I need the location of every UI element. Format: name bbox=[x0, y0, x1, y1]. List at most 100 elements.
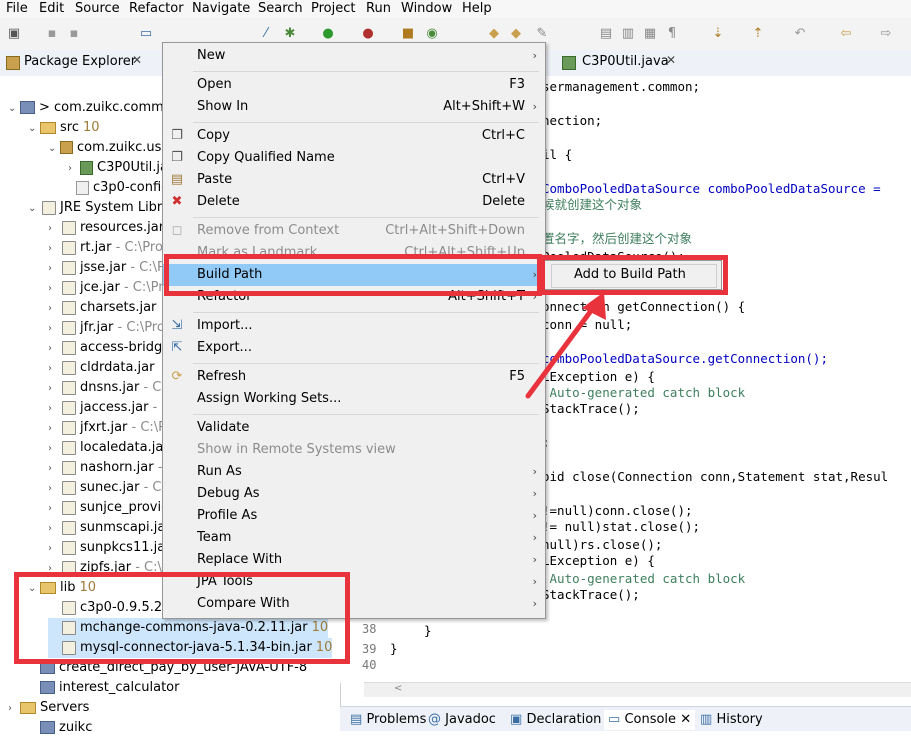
expand-arrow-icon[interactable]: › bbox=[48, 279, 60, 299]
tree-item[interactable]: › access-bridge bbox=[48, 338, 170, 358]
tree-item[interactable]: › cldrdata.jar bbox=[48, 358, 154, 378]
menu-navigate[interactable]: Navigate bbox=[192, 0, 250, 17]
forward-icon[interactable]: ⇨ bbox=[878, 26, 894, 42]
tree-item[interactable]: › charsets.jar bbox=[48, 298, 156, 318]
tree-item[interactable]: ⌄ > com.zuikc.commo bbox=[8, 98, 172, 118]
tree-item[interactable]: zuikc bbox=[28, 718, 92, 738]
close-icon[interactable]: ✕ bbox=[666, 53, 676, 67]
close-icon[interactable]: ✕ bbox=[680, 712, 691, 727]
menu-project[interactable]: Project bbox=[311, 0, 355, 17]
menu-item-assign-working-sets[interactable]: Assign Working Sets... bbox=[163, 388, 545, 410]
prev-annotation-icon[interactable]: ⇡ bbox=[750, 26, 766, 42]
expand-arrow-icon[interactable]: › bbox=[48, 459, 60, 479]
tree-item[interactable]: › Servers bbox=[8, 698, 89, 718]
expand-arrow-icon[interactable]: › bbox=[48, 419, 60, 439]
expand-arrow-icon[interactable]: › bbox=[48, 339, 60, 359]
menu-item-refresh[interactable]: ⟳ Refresh F5 bbox=[163, 366, 545, 388]
tree-item[interactable]: › dnsns.jar - C bbox=[48, 378, 161, 398]
expand-arrow-icon[interactable]: › bbox=[48, 539, 60, 559]
tab-declaration[interactable]: ▣ Declaration bbox=[510, 710, 601, 730]
horizontal-scrollbar[interactable]: < bbox=[364, 682, 911, 697]
save-all-icon[interactable]: ▪ bbox=[66, 26, 82, 42]
scroll-left-icon[interactable]: < bbox=[394, 683, 402, 694]
tree-item[interactable]: › jfxrt.jar - C:\Pro bbox=[48, 418, 179, 438]
menu-item-copy[interactable]: ❐ Copy Ctrl+C bbox=[163, 125, 545, 147]
menu-file[interactable]: File bbox=[6, 0, 28, 17]
whitespace-icon[interactable]: ¶ bbox=[664, 26, 680, 42]
expand-arrow-icon[interactable]: › bbox=[68, 159, 80, 179]
menu-item-show-in[interactable]: Show In Alt+Shift+W › bbox=[163, 96, 545, 118]
menu-item-debug-as[interactable]: Debug As › bbox=[163, 483, 545, 505]
menu-item-open[interactable]: Open F3 bbox=[163, 74, 545, 96]
tab-console[interactable]: ▭ Console ✕ bbox=[604, 710, 696, 730]
expand-arrow-icon[interactable]: › bbox=[48, 219, 60, 239]
expand-arrow-icon[interactable]: › bbox=[48, 319, 60, 339]
tree-item[interactable]: › resources.jar bbox=[48, 218, 164, 238]
menu-help[interactable]: Help bbox=[462, 0, 492, 17]
menu-item-export[interactable]: ⇱ Export... bbox=[163, 337, 545, 359]
tree-item[interactable]: › sunec.jar - C:\ bbox=[48, 478, 170, 498]
tree-item[interactable]: interest_calculator bbox=[28, 678, 179, 698]
last-edit-icon[interactable]: ↶ bbox=[792, 26, 808, 42]
open-type-icon[interactable]: ◆ bbox=[486, 26, 502, 42]
new-server-icon[interactable]: ■ bbox=[400, 26, 416, 42]
run-external-icon[interactable]: ● bbox=[360, 26, 376, 42]
annotation-icon[interactable]: ▤ bbox=[598, 26, 614, 42]
tree-item[interactable]: › jce.jar - C:\Pr bbox=[48, 278, 164, 298]
menu-item-validate[interactable]: Validate bbox=[163, 417, 545, 439]
toggle-mark-icon[interactable]: ▥ bbox=[620, 26, 636, 42]
tree-item[interactable]: › sunmscapi.jar bbox=[48, 518, 171, 538]
expand-arrow-icon[interactable]: ⌄ bbox=[48, 139, 60, 159]
menu-item-new[interactable]: New › bbox=[163, 45, 545, 67]
tree-item[interactable]: ⌄ com.zuikc.use bbox=[48, 138, 169, 158]
tree-item[interactable]: ⌄ JRE System Libra bbox=[28, 198, 170, 218]
editor-tab-label[interactable]: C3P0Util.java bbox=[582, 54, 669, 69]
debug-icon[interactable]: ✱ bbox=[282, 26, 298, 42]
save-icon[interactable]: ▪ bbox=[44, 26, 60, 42]
next-annotation-icon[interactable]: ⇣ bbox=[710, 26, 726, 42]
new-icon[interactable]: ▣ bbox=[6, 26, 22, 42]
menu-item-copy-qualified-name[interactable]: ❐ Copy Qualified Name bbox=[163, 147, 545, 169]
menu-refactor[interactable]: Refactor bbox=[129, 0, 184, 17]
menu-item-delete[interactable]: ✖ Delete Delete bbox=[163, 191, 545, 213]
menu-item-run-as[interactable]: Run As › bbox=[163, 461, 545, 483]
tab-javadoc[interactable]: @ Javadoc bbox=[428, 710, 496, 730]
menu-item-team[interactable]: Team › bbox=[163, 527, 545, 549]
tab-problems[interactable]: ▤ Problems bbox=[350, 710, 426, 730]
expand-arrow-icon[interactable]: › bbox=[48, 359, 60, 379]
terminal-icon[interactable]: ▭ bbox=[138, 26, 154, 42]
expand-arrow-icon[interactable]: › bbox=[48, 499, 60, 519]
menu-source[interactable]: Source bbox=[75, 0, 120, 17]
expand-arrow-icon[interactable]: › bbox=[8, 699, 20, 719]
package-explorer-title[interactable]: Package Explorer bbox=[24, 54, 136, 69]
skip-breakpoints-icon[interactable]: ⁄ bbox=[258, 26, 274, 42]
menu-search[interactable]: Search bbox=[258, 0, 303, 17]
menu-item-profile-as[interactable]: Profile As › bbox=[163, 505, 545, 527]
expand-arrow-icon[interactable]: › bbox=[48, 479, 60, 499]
expand-arrow-icon[interactable]: › bbox=[48, 439, 60, 459]
tree-item[interactable]: ›nashorn.jar - C bbox=[48, 458, 176, 478]
menu-item-import[interactable]: ⇲ Import... bbox=[163, 315, 545, 337]
expand-arrow-icon[interactable]: › bbox=[48, 239, 60, 259]
expand-arrow-icon[interactable]: › bbox=[48, 259, 60, 279]
block-select-icon[interactable]: ▦ bbox=[642, 26, 658, 42]
menu-item-paste[interactable]: ▤ Paste Ctrl+V bbox=[163, 169, 545, 191]
run-icon[interactable]: ● bbox=[320, 26, 336, 42]
new-class-icon[interactable]: ◉ bbox=[424, 26, 440, 42]
menu-run[interactable]: Run bbox=[366, 0, 391, 17]
tree-item[interactable]: › C3P0Util.ja bbox=[68, 158, 168, 178]
back-icon[interactable]: ⇦ bbox=[838, 26, 854, 42]
tree-item[interactable]: › jaccess.jar - C bbox=[48, 398, 171, 418]
menu-item-replace-with[interactable]: Replace With › bbox=[163, 549, 545, 571]
close-icon[interactable]: ✕ bbox=[132, 53, 142, 67]
expand-arrow-icon[interactable]: ⌄ bbox=[8, 99, 20, 119]
expand-arrow-icon[interactable]: › bbox=[48, 299, 60, 319]
expand-arrow-icon[interactable]: › bbox=[48, 399, 60, 419]
expand-arrow-icon[interactable]: › bbox=[48, 519, 60, 539]
expand-arrow-icon[interactable]: ⌄ bbox=[28, 199, 40, 219]
tree-item[interactable]: › rt.jar - C:\Pro bbox=[48, 238, 163, 258]
tree-item[interactable]: › sunjce_provid bbox=[48, 498, 169, 518]
menu-edit[interactable]: Edit bbox=[39, 0, 64, 17]
search-tool-icon[interactable]: ✎ bbox=[534, 26, 550, 42]
expand-arrow-icon[interactable]: ⌄ bbox=[28, 119, 40, 139]
